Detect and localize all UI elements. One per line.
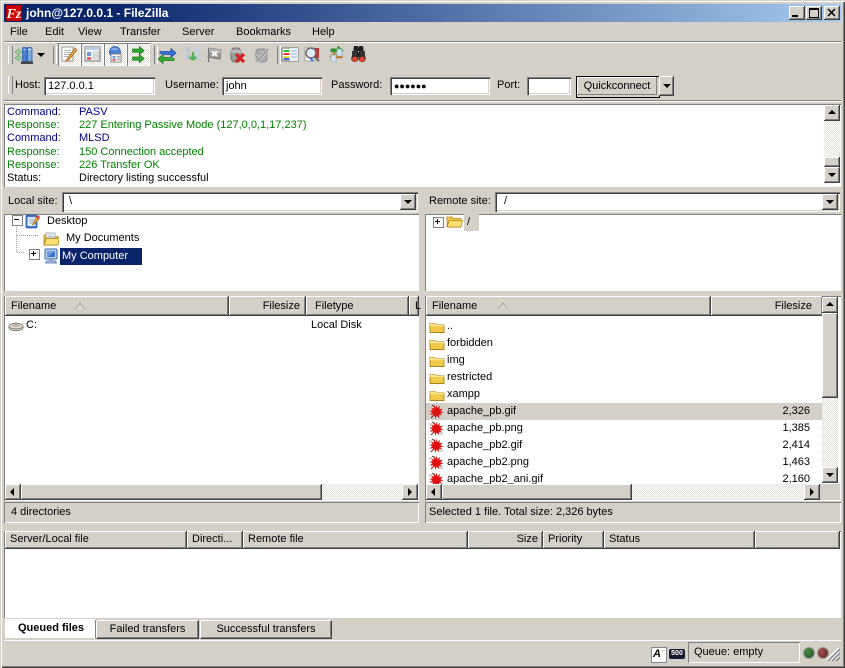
svg-text:Fz: Fz <box>6 7 22 21</box>
